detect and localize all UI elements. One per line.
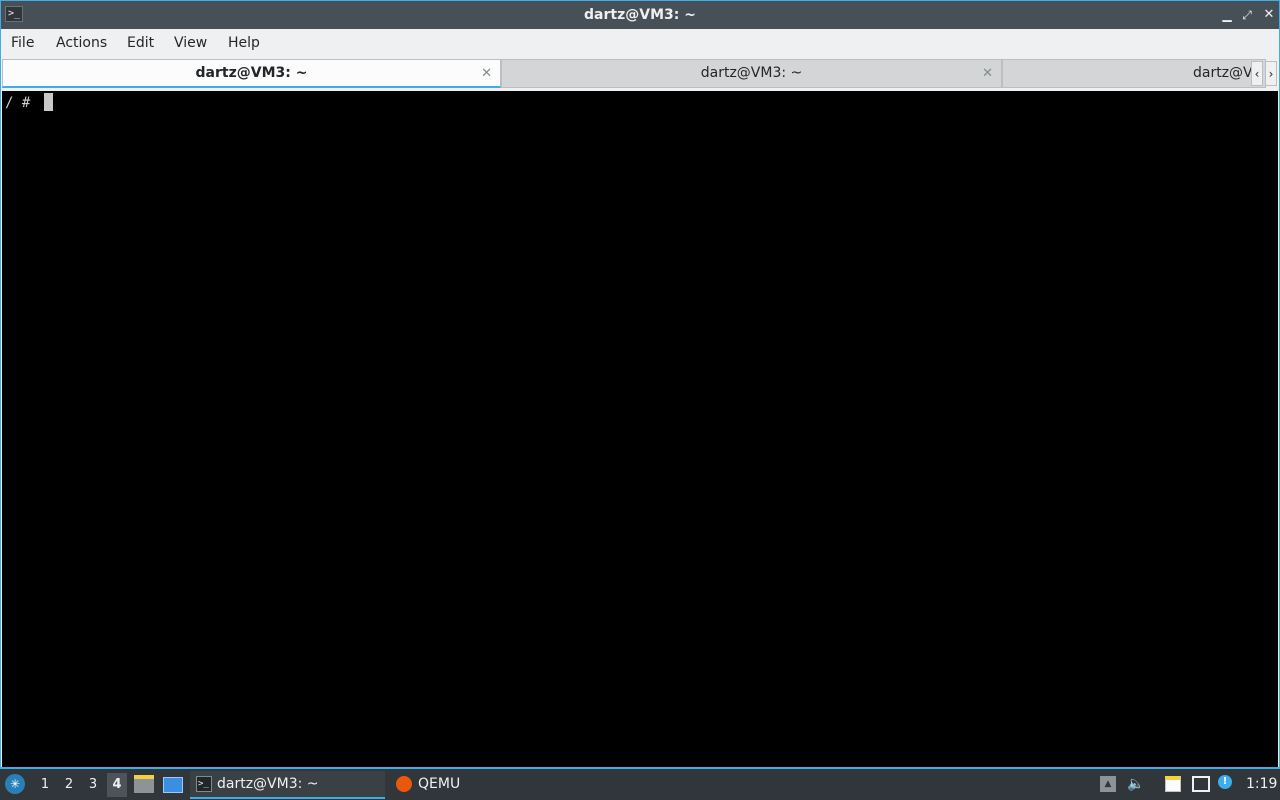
qemu-icon [396, 776, 412, 792]
file-manager-icon[interactable] [134, 775, 154, 793]
shell-prompt: / # [5, 95, 39, 111]
close-button[interactable]: ✕ [1259, 5, 1279, 25]
volume-icon[interactable]: 🔈 [1127, 776, 1144, 792]
terminal-area[interactable]: / # [2, 91, 1278, 767]
maximize-button[interactable]: ⤢ [1237, 5, 1257, 25]
clock[interactable]: 1:19 [1246, 769, 1277, 800]
desktop-switch-3[interactable]: 3 [83, 773, 103, 797]
terminal-window: >_ dartz@VM3: ~ ▁ ⤢ ✕ File Actions Edit … [0, 0, 1280, 768]
tab-close-icon[interactable]: ✕ [481, 60, 492, 86]
menu-bar: File Actions Edit View Help [1, 29, 1279, 57]
network-icon[interactable] [1192, 776, 1210, 792]
task-label: QEMU [418, 776, 461, 792]
start-menu-icon[interactable]: ✳ [5, 774, 25, 794]
menu-help[interactable]: Help [228, 29, 260, 57]
menu-file[interactable]: File [11, 29, 34, 57]
notification-icon[interactable]: ! [1218, 775, 1232, 789]
menu-view[interactable]: View [174, 29, 207, 57]
task-qemu[interactable]: QEMU [394, 771, 514, 799]
clipboard-icon[interactable] [1165, 776, 1181, 792]
tab-label: dartz@VM3: ~ [700, 65, 803, 81]
tab-3[interactable]: dartz@V [1002, 59, 1266, 88]
minimize-button[interactable]: ▁ [1217, 5, 1237, 25]
tab-scroll-right-icon[interactable]: › [1265, 61, 1277, 86]
text-cursor [44, 93, 53, 111]
window-title: dartz@VM3: ~ [584, 7, 696, 23]
desktop-switch-2[interactable]: 2 [59, 773, 79, 797]
desktop-switch-4[interactable]: 4 [107, 773, 127, 797]
terminal-icon: >_ [196, 776, 212, 792]
tray-arrow-up-icon[interactable]: ▲ [1100, 776, 1116, 792]
show-desktop-icon[interactable] [163, 777, 183, 793]
taskbar: ✳ 1 2 3 4 >_ dartz@VM3: ~ QEMU ▲ 🔈 ! 1:1… [0, 768, 1280, 800]
tab-1[interactable]: dartz@VM3: ~ ✕ [2, 59, 501, 88]
title-bar[interactable]: >_ dartz@VM3: ~ ▁ ⤢ ✕ [1, 1, 1279, 29]
tab-bar: dartz@VM3: ~ ✕ dartz@VM3: ~ ✕ dartz@V ‹ … [1, 57, 1279, 90]
task-terminal[interactable]: >_ dartz@VM3: ~ [190, 771, 385, 799]
tab-2[interactable]: dartz@VM3: ~ ✕ [501, 59, 1002, 88]
desktop-switch-1[interactable]: 1 [35, 773, 55, 797]
tab-label: dartz@VM3: ~ [195, 65, 308, 81]
task-label: dartz@VM3: ~ [217, 776, 319, 792]
tab-scroll-left-icon[interactable]: ‹ [1251, 61, 1263, 86]
menu-edit[interactable]: Edit [127, 29, 154, 57]
menu-actions[interactable]: Actions [56, 29, 107, 57]
tab-close-icon[interactable]: ✕ [982, 60, 993, 87]
